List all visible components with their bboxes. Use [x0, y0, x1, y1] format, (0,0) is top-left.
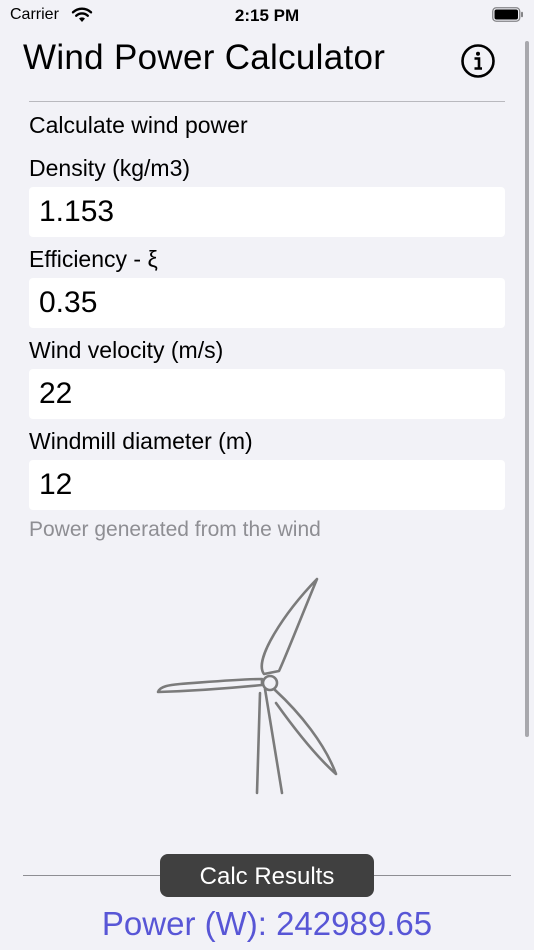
density-input[interactable] — [29, 187, 505, 237]
footer-divider-left — [23, 875, 160, 876]
status-bar: Carrier 2:15 PM — [0, 0, 534, 30]
wind-velocity-label: Wind velocity (m/s) — [29, 337, 224, 363]
calc-results-button[interactable]: Calc Results — [160, 854, 374, 897]
windmill-diameter-input[interactable] — [29, 460, 505, 510]
power-result: Power (W): 242989.65 — [101, 905, 433, 942]
scrollbar[interactable] — [525, 41, 529, 737]
windmill-diameter-label: Windmill diameter (m) — [29, 428, 253, 454]
clock-time: 2:15 PM — [234, 6, 300, 25]
efficiency-label: Efficiency - ξ — [29, 246, 158, 272]
efficiency-input[interactable] — [29, 278, 505, 328]
wind-turbine-icon — [156, 577, 338, 795]
hint-text: Power generated from the wind — [29, 518, 321, 541]
wind-velocity-input[interactable] — [29, 369, 505, 419]
footer-divider-right — [374, 875, 511, 876]
info-icon[interactable] — [460, 43, 496, 79]
page-title: Wind Power Calculator — [23, 38, 386, 77]
header-divider — [29, 101, 505, 102]
density-label: Density (kg/m3) — [29, 155, 191, 181]
battery-icon — [492, 7, 523, 22]
section-title: Calculate wind power — [29, 112, 248, 138]
